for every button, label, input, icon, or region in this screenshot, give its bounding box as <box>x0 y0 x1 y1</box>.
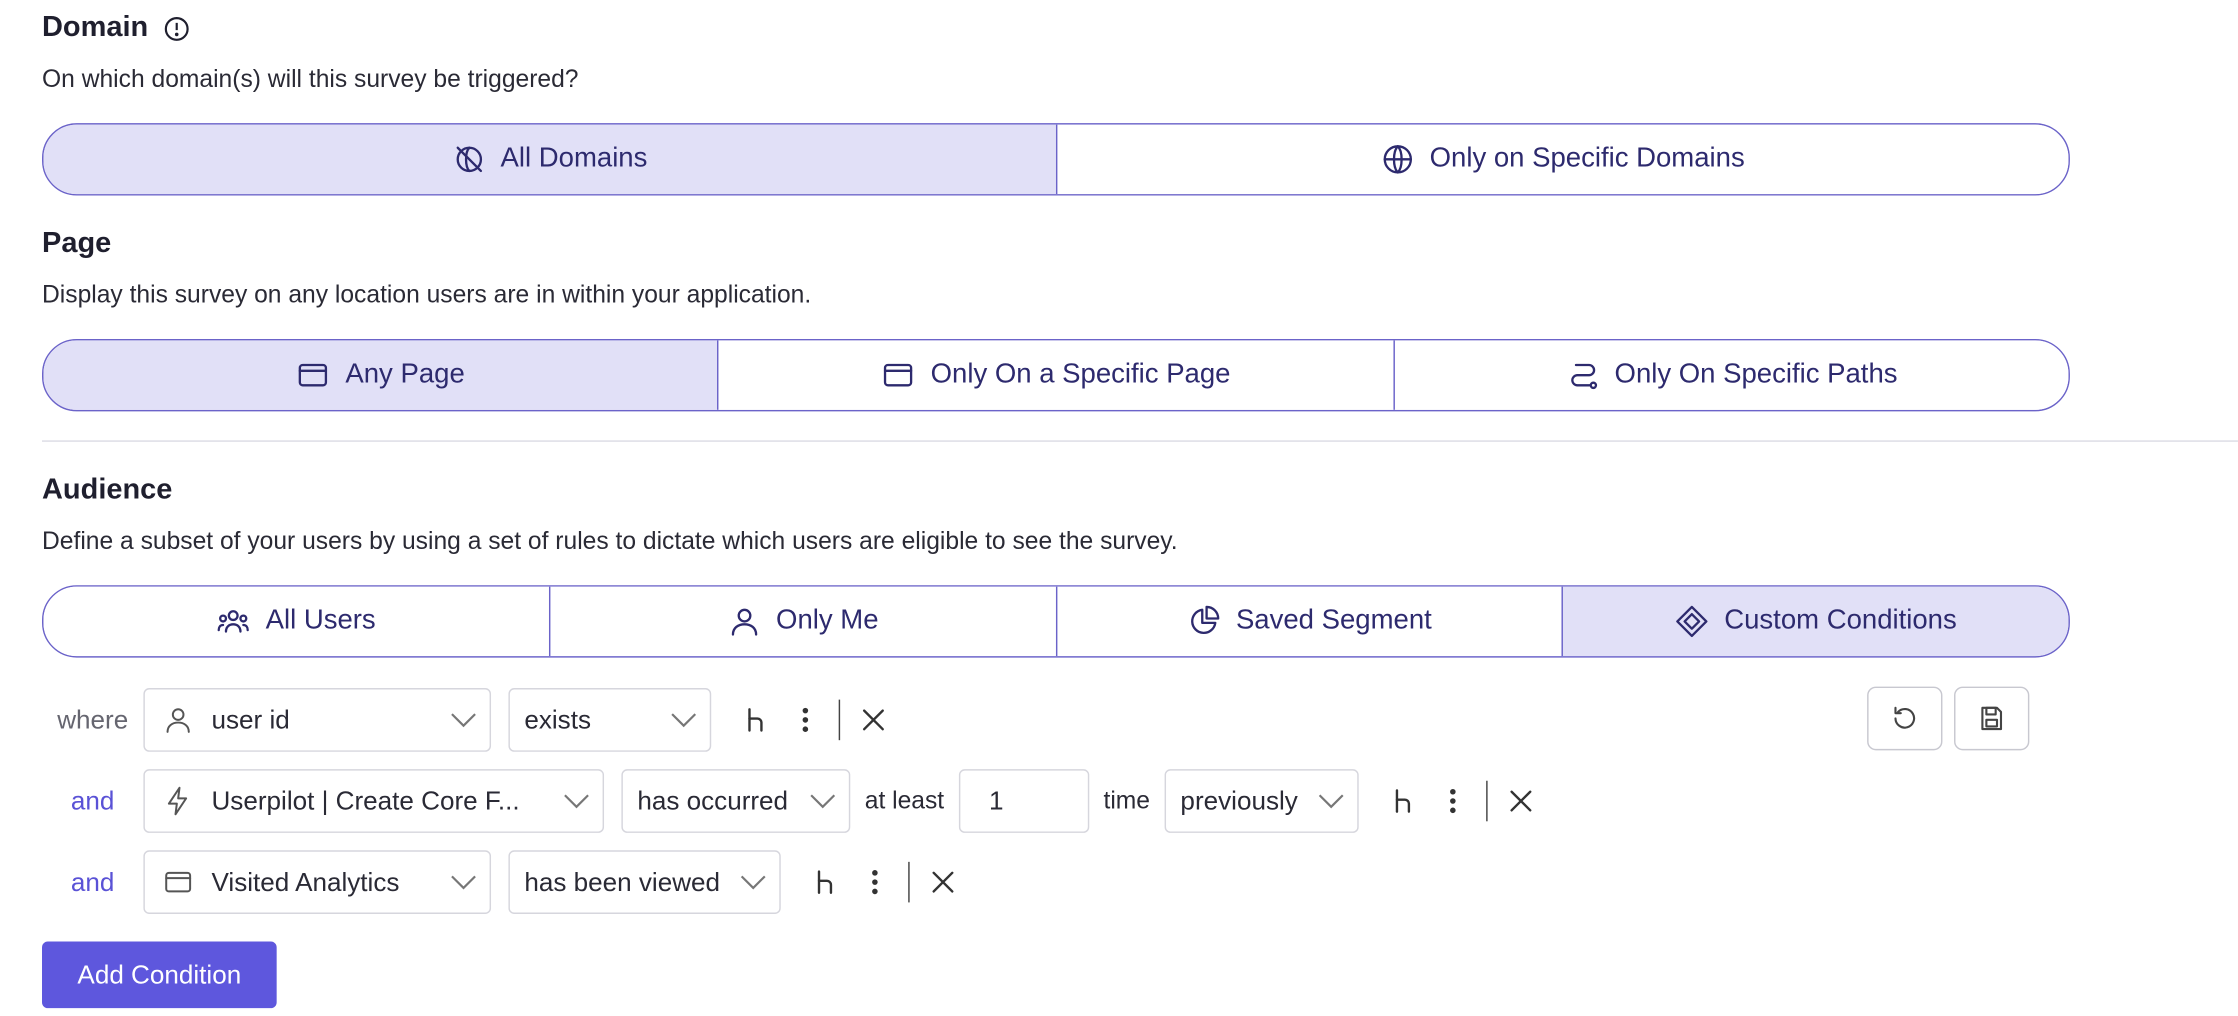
conditions-list: where user id exists and Userpilot | Cre… <box>0 686 2238 916</box>
custom-conditions-option[interactable]: Custom Conditions <box>1561 586 2069 657</box>
more-vertical-icon[interactable] <box>850 858 899 907</box>
condition-field-dropdown[interactable]: Userpilot | Create Core F... <box>143 769 605 833</box>
time-label: time <box>1103 786 1151 815</box>
chevron-down-icon <box>1318 794 1344 809</box>
domain-selector: All Domains Only on Specific Domains <box>42 123 2070 196</box>
separator <box>838 699 841 741</box>
page-description: Display this survey on any location user… <box>42 281 812 309</box>
pie-chart-icon <box>1191 605 1220 635</box>
domain-section: Domain On which domain(s) will this surv… <box>0 0 2238 196</box>
close-icon[interactable] <box>849 695 898 744</box>
audience-description: Define a subset of your users by using a… <box>42 527 1178 555</box>
specific-paths-label: Only On Specific Paths <box>1614 359 1898 390</box>
add-condition-button[interactable]: Add Condition <box>42 941 277 1009</box>
bolt-icon <box>167 786 188 816</box>
close-icon[interactable] <box>918 858 967 907</box>
browser-icon <box>165 871 192 893</box>
branch-icon[interactable] <box>731 695 780 744</box>
audience-section: Audience Define a subset of your users b… <box>0 474 2238 658</box>
browser-icon <box>884 363 913 387</box>
specific-page-label: Only On a Specific Page <box>930 359 1231 390</box>
page-section: Page Display this survey on any location… <box>0 227 2238 412</box>
condition-connector: and <box>70 785 115 815</box>
specific-domains-label: Only on Specific Domains <box>1429 143 1745 174</box>
more-vertical-icon[interactable] <box>781 695 830 744</box>
any-page-option[interactable]: Any Page <box>43 340 718 410</box>
condition-actions <box>801 858 968 907</box>
info-icon[interactable] <box>163 14 192 43</box>
user-icon <box>166 708 190 733</box>
specific-domains-option[interactable]: Only on Specific Domains <box>1055 124 2069 195</box>
domain-title-row: Domain <box>42 12 2238 45</box>
condition-operator-dropdown[interactable]: has occurred <box>621 769 851 833</box>
chevron-down-icon <box>740 875 766 890</box>
page-selector: Any Page Only On a Specific Page Only On… <box>42 338 2070 412</box>
all-domains-option[interactable]: All Domains <box>43 124 1056 195</box>
more-vertical-icon[interactable] <box>1428 776 1477 825</box>
audience-selector: All Users Only Me Saved Segment Custom C… <box>42 585 2070 658</box>
any-page-label: Any Page <box>345 359 465 390</box>
diamond-icon <box>1676 605 1709 638</box>
separator <box>1486 780 1488 822</box>
only-me-option[interactable]: Only Me <box>548 586 1056 657</box>
specific-paths-option[interactable]: Only On Specific Paths <box>1392 340 2069 410</box>
chevron-down-icon <box>451 713 476 728</box>
condition-row: where user id exists <box>0 686 2238 754</box>
domain-description: On which domain(s) will this survey be t… <box>42 65 579 93</box>
save-button[interactable] <box>1954 686 2030 751</box>
branch-icon[interactable] <box>801 858 850 907</box>
saved-segment-label: Saved Segment <box>1235 605 1432 636</box>
condition-actions <box>731 695 898 744</box>
condition-operator-dropdown[interactable]: has been viewed <box>508 850 781 915</box>
browser-icon <box>299 363 328 387</box>
chevron-down-icon <box>451 875 476 890</box>
all-domains-label: All Domains <box>500 143 648 174</box>
domain-title: Domain <box>42 11 149 44</box>
condition-field-dropdown[interactable]: user id <box>143 688 492 752</box>
chevron-down-icon <box>671 713 697 728</box>
condition-field-value: Userpilot | Create Core F... <box>211 785 520 815</box>
condition-operator-value: has been viewed <box>524 866 721 896</box>
condition-operator-value: has occurred <box>637 785 789 815</box>
globe-off-icon <box>455 146 482 173</box>
custom-conditions-label: Custom Conditions <box>1724 605 1957 636</box>
condition-actions <box>1379 776 1546 825</box>
save-icon <box>1981 706 2003 731</box>
specific-page-option[interactable]: Only On a Specific Page <box>717 340 1393 410</box>
user-icon <box>731 608 757 636</box>
condition-connector: where <box>57 704 129 734</box>
all-users-option[interactable]: All Users <box>43 586 549 657</box>
condition-operator-value: exists <box>524 704 592 734</box>
condition-field-dropdown[interactable]: Visited Analytics <box>143 850 492 915</box>
page-title: Page <box>42 227 112 260</box>
only-me-label: Only Me <box>776 605 879 636</box>
condition-connector: and <box>70 866 115 896</box>
users-group-icon <box>218 610 250 633</box>
condition-field-value: Visited Analytics <box>211 866 400 896</box>
section-divider <box>42 440 2238 442</box>
close-icon[interactable] <box>1496 776 1545 825</box>
reset-button[interactable] <box>1867 686 1943 751</box>
timeframe-dropdown[interactable]: previously <box>1164 769 1359 833</box>
condition-operator-dropdown[interactable]: exists <box>508 688 712 752</box>
route-icon <box>1570 363 1597 390</box>
condition-field-value: user id <box>211 704 290 734</box>
separator <box>908 861 910 903</box>
at-least-label: at least <box>864 786 945 815</box>
chevron-down-icon <box>810 794 836 809</box>
chevron-down-icon <box>564 794 589 809</box>
condition-row: and Userpilot | Create Core F... has occ… <box>0 768 2238 835</box>
undo-icon <box>1894 706 1916 729</box>
timeframe-value: previously <box>1180 785 1298 815</box>
occurrence-count-input[interactable]: 1 <box>958 769 1090 833</box>
audience-title: Audience <box>42 473 173 506</box>
branch-icon[interactable] <box>1379 776 1428 825</box>
all-users-label: All Users <box>265 605 376 636</box>
saved-segment-option[interactable]: Saved Segment <box>1055 586 1562 657</box>
globe-icon <box>1383 145 1412 174</box>
condition-row: and Visited Analytics has been viewed <box>0 849 2238 916</box>
